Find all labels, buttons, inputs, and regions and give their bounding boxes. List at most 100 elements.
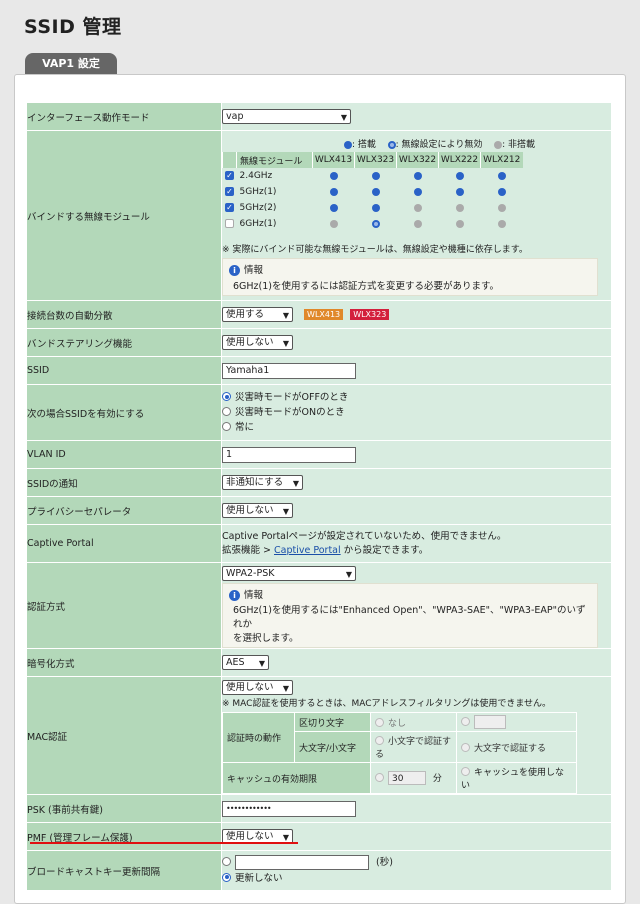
mounted-dot-icon: [371, 203, 380, 212]
mac-auth-select[interactable]: 使用しない ▼: [222, 680, 293, 695]
mac-auth-label: MAC認証: [26, 676, 222, 795]
case-upper-radio[interactable]: [461, 742, 470, 752]
module-name: 2.4GHz: [239, 171, 273, 181]
chevron-down-icon: ▼: [345, 570, 352, 579]
legend-not-mounted: : 非搭載: [502, 140, 535, 150]
ssid-notify-label: SSIDの通知: [26, 468, 222, 497]
hint-suffix: から設定できます。: [340, 544, 429, 556]
ssid-notify-select[interactable]: 非通知にする ▼: [222, 475, 303, 490]
case-lower-radio[interactable]: [375, 736, 384, 745]
model-badge-wlx323: WLX323: [350, 309, 390, 320]
captive-portal-link[interactable]: Captive Portal: [274, 545, 341, 556]
mounted-dot-icon: [329, 187, 338, 196]
radio-label: 小文字で認証する: [375, 737, 452, 760]
tab-vap1-settings[interactable]: VAP1 設定: [25, 53, 117, 74]
broadcast-key-interval-input[interactable]: [235, 854, 369, 870]
chevron-down-icon: ▼: [282, 339, 289, 348]
encryption-select[interactable]: AES ▼: [222, 655, 269, 670]
model-header: WLX212: [480, 152, 523, 168]
model-header: WLX413: [312, 152, 355, 168]
row-mac-auth: MAC認証 使用しない ▼ ※ MAC認証を使用するときは、MACアドレスフィルタ…: [26, 676, 612, 795]
module-table: 無線モジュール WLX413 WLX323 WLX322 WLX222 WLX2…: [222, 152, 523, 232]
auto-distribute-select[interactable]: 使用する ▼: [222, 307, 293, 322]
mounted-dot-icon: [329, 171, 338, 180]
iface-mode-select[interactable]: vap ▼: [222, 109, 351, 124]
page-title: SSID 管理: [24, 16, 122, 38]
broadcast-key-interval-radio[interactable]: [222, 856, 231, 866]
captive-portal-message: Captive Portalページが設定されていないため、使用できません。: [222, 530, 507, 542]
ssid-enable-radio-always[interactable]: [222, 422, 231, 431]
legend-mounted: : 搭載: [351, 140, 376, 150]
settings-table: インターフェース動作モード vap ▼ バインドする無線モジュール : 搭載 : …: [26, 102, 612, 891]
not-mounted-dot-icon: [494, 140, 503, 149]
auth-select[interactable]: WPA2-PSK ▼: [222, 566, 356, 581]
cache-input[interactable]: 30: [388, 771, 426, 786]
radio-label: 大文字で認証する: [474, 743, 547, 754]
delimiter-none-radio[interactable]: [375, 717, 384, 727]
band-steering-select[interactable]: 使用しない ▼: [222, 335, 293, 350]
broadcast-key-label: ブロードキャストキー更新間隔: [26, 850, 222, 891]
vlan-id-input[interactable]: 1: [222, 446, 356, 463]
disabled-dot-icon: [387, 140, 396, 149]
module-note: ※ 実際にバインド可能な無線モジュールは、無線設定や機種に依存します。: [222, 245, 528, 255]
captive-portal-label: Captive Portal: [26, 524, 222, 563]
row-vlan-id: VLAN ID 1: [26, 440, 612, 469]
row-psk: PSK (事前共有鍵) ••••••••••••: [26, 794, 612, 823]
mounted-dot-icon: [371, 187, 380, 196]
model-header: WLX322: [396, 152, 439, 168]
module-row: ✓ 5GHz(1): [223, 184, 523, 200]
psk-label: PSK (事前共有鍵): [26, 794, 222, 823]
radio-label: 常に: [235, 422, 255, 433]
iface-mode-label: インターフェース動作モード: [26, 102, 222, 131]
module-checkbox-5g1[interactable]: ✓: [225, 187, 234, 196]
module-header: 無線モジュール: [236, 152, 313, 168]
module-checkbox-6g1[interactable]: [225, 219, 234, 228]
delimiter-input[interactable]: [474, 715, 506, 729]
row-privacy-separator: プライバシーセパレータ 使用しない ▼: [26, 496, 612, 525]
not-mounted-dot-icon: [497, 219, 506, 228]
row-iface-mode: インターフェース動作モード vap ▼: [26, 102, 612, 131]
info-text: 6GHz(1)を使用するには認証方式を変更する必要があります。: [233, 281, 500, 292]
delimiter-label: 区切り文字: [294, 712, 371, 732]
ssid-input[interactable]: Yamaha1: [222, 362, 356, 379]
radio-label: キャッシュを使用しない: [461, 768, 565, 791]
auto-distribute-label: 接続台数の自動分散: [26, 300, 222, 329]
cache-label: キャッシュの有効期限: [222, 762, 371, 794]
module-legend: : 搭載 : 無線設定により無効 : 非搭載: [222, 137, 611, 150]
iface-mode-value: vap: [226, 111, 244, 122]
radio-label: なし: [388, 718, 407, 729]
chevron-down-icon: ▼: [340, 113, 347, 122]
encryption-value: AES: [226, 657, 245, 668]
pmf-highlight-underline: [30, 842, 298, 844]
mounted-dot-icon: [413, 187, 422, 196]
model-header: WLX323: [354, 152, 397, 168]
ssid-enable-radio-on[interactable]: [222, 407, 231, 416]
radio-label: 災害時モードがONのとき: [235, 407, 345, 418]
bind-modules-label: バインドする無線モジュール: [26, 130, 222, 301]
mac-auth-note: ※ MAC認証を使用するときは、MACアドレスフィルタリングは使用できません。: [222, 699, 552, 709]
module-checkbox-2g[interactable]: ✓: [225, 171, 234, 180]
pmf-label: PMF (管理フレーム保護): [26, 822, 222, 851]
broadcast-key-no-update-radio[interactable]: [222, 872, 231, 882]
row-encryption: 暗号化方式 AES ▼: [26, 648, 612, 677]
captive-portal-hint: 拡張機能 > Captive Portal から設定できます。: [222, 544, 611, 558]
vlan-id-label: VLAN ID: [26, 440, 222, 469]
module-name: 5GHz(2): [239, 203, 277, 213]
cache-unit: 分: [432, 773, 442, 784]
psk-input[interactable]: ••••••••••••: [222, 800, 356, 817]
ssid-enable-label: 次の場合SSIDを有効にする: [26, 384, 222, 441]
ssid-label: SSID: [26, 356, 222, 385]
cache-none-radio[interactable]: [461, 767, 470, 776]
module-checkbox-5g2[interactable]: ✓: [225, 203, 234, 212]
mac-auth-options: 認証時の動作 区切り文字 なし 大文字/小文字 小文字で認証する 大文字で認証す…: [222, 712, 577, 794]
auth-info-box: i 情報 6GHz(1)を使用するには"Enhanced Open"、"WPA3-…: [222, 583, 598, 648]
disabled-dot-icon: [371, 219, 380, 228]
action-label: 認証時の動作: [222, 712, 295, 763]
cache-enable-radio[interactable]: [375, 772, 384, 782]
info-text: を選択します。: [233, 633, 299, 644]
privacy-separator-select[interactable]: 使用しない ▼: [222, 503, 293, 518]
row-ssid: SSID Yamaha1: [26, 356, 612, 385]
ssid-enable-radio-off[interactable]: [222, 392, 231, 401]
delimiter-custom-radio[interactable]: [461, 716, 470, 726]
not-mounted-dot-icon: [413, 203, 422, 212]
